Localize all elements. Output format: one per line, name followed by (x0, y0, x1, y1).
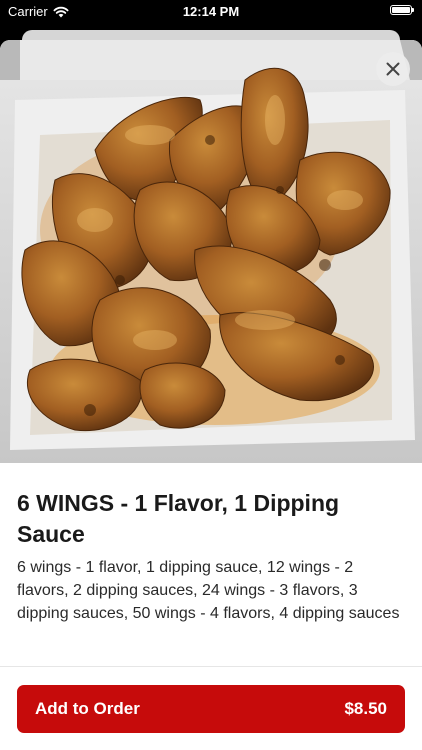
item-description: 6 wings - 1 flavor, 1 dipping sauce, 12 … (17, 559, 400, 622)
item-detail-sheet: 6 WINGS - 1 Flavor, 1 Dipping Sauce 6 wi… (0, 40, 422, 750)
close-icon (386, 62, 400, 76)
item-details: 6 WINGS - 1 Flavor, 1 Dipping Sauce 6 wi… (17, 488, 408, 625)
item-title: 6 WINGS - 1 Flavor, 1 Dipping Sauce (17, 490, 340, 547)
chicken-wings-photo (0, 40, 422, 463)
close-button[interactable] (376, 52, 410, 86)
status-bar: Carrier 12:14 PM (0, 0, 422, 22)
item-price: $8.50 (344, 699, 387, 718)
add-to-order-label: Add to Order (35, 699, 140, 718)
status-time: 12:14 PM (182, 4, 240, 19)
add-to-order-button[interactable]: Add to Order $8.50 (17, 685, 405, 733)
item-photo (0, 40, 422, 463)
divider (0, 666, 422, 667)
battery-icon (390, 5, 414, 15)
screen: Carrier 12:14 PM 6 WINGS - 1 Flavor, 1 D… (0, 0, 422, 750)
